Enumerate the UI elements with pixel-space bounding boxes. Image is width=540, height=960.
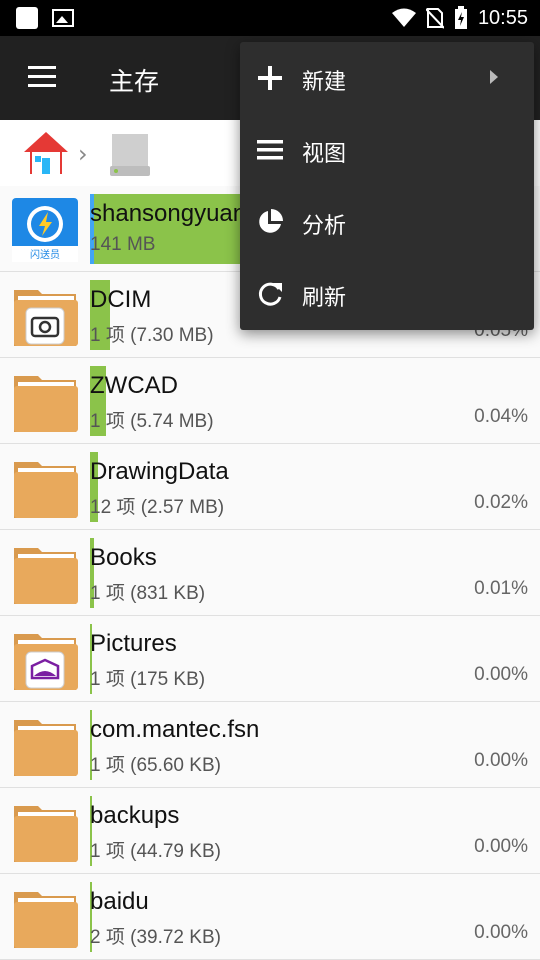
hamburger-menu-icon[interactable]	[28, 66, 56, 88]
file-name: Pictures	[90, 630, 177, 657]
file-meta: 141 MB	[90, 234, 156, 255]
file-meta: 1 项 (44.79 KB)	[90, 841, 221, 862]
file-percent: 0.01%	[474, 578, 528, 599]
wifi-icon	[391, 8, 416, 27]
folder-icon	[14, 376, 78, 432]
storage-drive-icon[interactable]	[106, 130, 154, 178]
pie-chart-icon	[259, 209, 283, 233]
file-meta: 1 项 (65.60 KB)	[90, 755, 221, 776]
file-name: DCIM	[90, 286, 152, 313]
submenu-arrow-icon	[490, 70, 498, 84]
menu-item-label: 刷新	[302, 286, 347, 311]
clock: 10:55	[477, 6, 528, 29]
no-sim-icon	[425, 8, 444, 29]
overflow-popup-menu: 新建 视图 分析 刷新	[240, 42, 534, 330]
file-percent: 0.00%	[474, 836, 528, 857]
file-meta: 1 项 (175 KB)	[90, 669, 206, 690]
file-meta: 2 项 (39.72 KB)	[90, 927, 221, 948]
file-row-books[interactable]: Books 1 项 (831 KB) 0.01%	[0, 530, 540, 616]
menu-item-view[interactable]: 视图	[240, 114, 534, 186]
file-row-zwcad[interactable]: ZWCAD 1 项 (5.74 MB) 0.04%	[0, 358, 540, 444]
file-row-pictures[interactable]: Pictures 1 项 (175 KB) 0.00%	[0, 616, 540, 702]
camera-folder-icon	[14, 290, 78, 346]
image-notification-icon	[52, 9, 74, 27]
file-name: Books	[90, 544, 157, 571]
menu-item-new[interactable]: 新建	[240, 42, 534, 114]
menu-item-label: 新建	[302, 70, 347, 95]
battery-charging-icon	[454, 6, 467, 29]
file-name: ZWCAD	[90, 372, 178, 399]
file-meta: 1 项 (831 KB)	[90, 583, 206, 604]
file-percent: 0.00%	[474, 750, 528, 771]
svg-text:闪送员: 闪送员	[30, 248, 60, 261]
page-title: 主存	[109, 67, 160, 96]
menu-item-label: 分析	[302, 214, 347, 239]
file-percent: 0.04%	[474, 406, 528, 427]
home-icon[interactable]	[22, 130, 70, 176]
file-meta: 12 项 (2.57 MB)	[90, 497, 225, 518]
status-bar: 10:55	[0, 0, 540, 36]
menu-item-refresh[interactable]: 刷新	[240, 258, 534, 330]
file-percent: 0.00%	[474, 922, 528, 943]
file-name: baidu	[90, 888, 149, 915]
file-name: backups	[90, 802, 180, 829]
file-percent: 0.02%	[474, 492, 528, 513]
chevron-right-icon: ›	[78, 140, 88, 168]
plus-icon	[258, 66, 282, 90]
file-row-drawingdata[interactable]: DrawingData 12 项 (2.57 MB) 0.02%	[0, 444, 540, 530]
file-percent: 0.00%	[474, 664, 528, 685]
folder-icon	[14, 462, 78, 518]
list-view-icon	[257, 140, 283, 160]
file-meta: 1 项 (7.30 MB)	[90, 325, 214, 346]
file-name: DrawingData	[90, 458, 229, 485]
folder-icon	[14, 806, 78, 862]
app-shansong-icon: 闪送员	[12, 198, 78, 262]
file-meta: 1 项 (5.74 MB)	[90, 411, 214, 432]
file-row-baidu[interactable]: baidu 2 项 (39.72 KB) 0.00%	[0, 874, 540, 960]
file-name: com.mantec.fsn	[90, 716, 260, 743]
folder-icon	[14, 548, 78, 604]
notification-icon	[16, 7, 38, 29]
menu-item-analyze[interactable]: 分析	[240, 186, 534, 258]
pictures-folder-icon	[14, 634, 78, 690]
folder-icon	[14, 720, 78, 776]
folder-icon	[14, 892, 78, 948]
menu-item-label: 视图	[302, 142, 347, 167]
refresh-icon	[258, 282, 282, 306]
file-name: shansongyuan	[90, 200, 247, 227]
file-row-com-mantec-fsn[interactable]: com.mantec.fsn 1 项 (65.60 KB) 0.00%	[0, 702, 540, 788]
file-row-backups[interactable]: backups 1 项 (44.79 KB) 0.00%	[0, 788, 540, 874]
